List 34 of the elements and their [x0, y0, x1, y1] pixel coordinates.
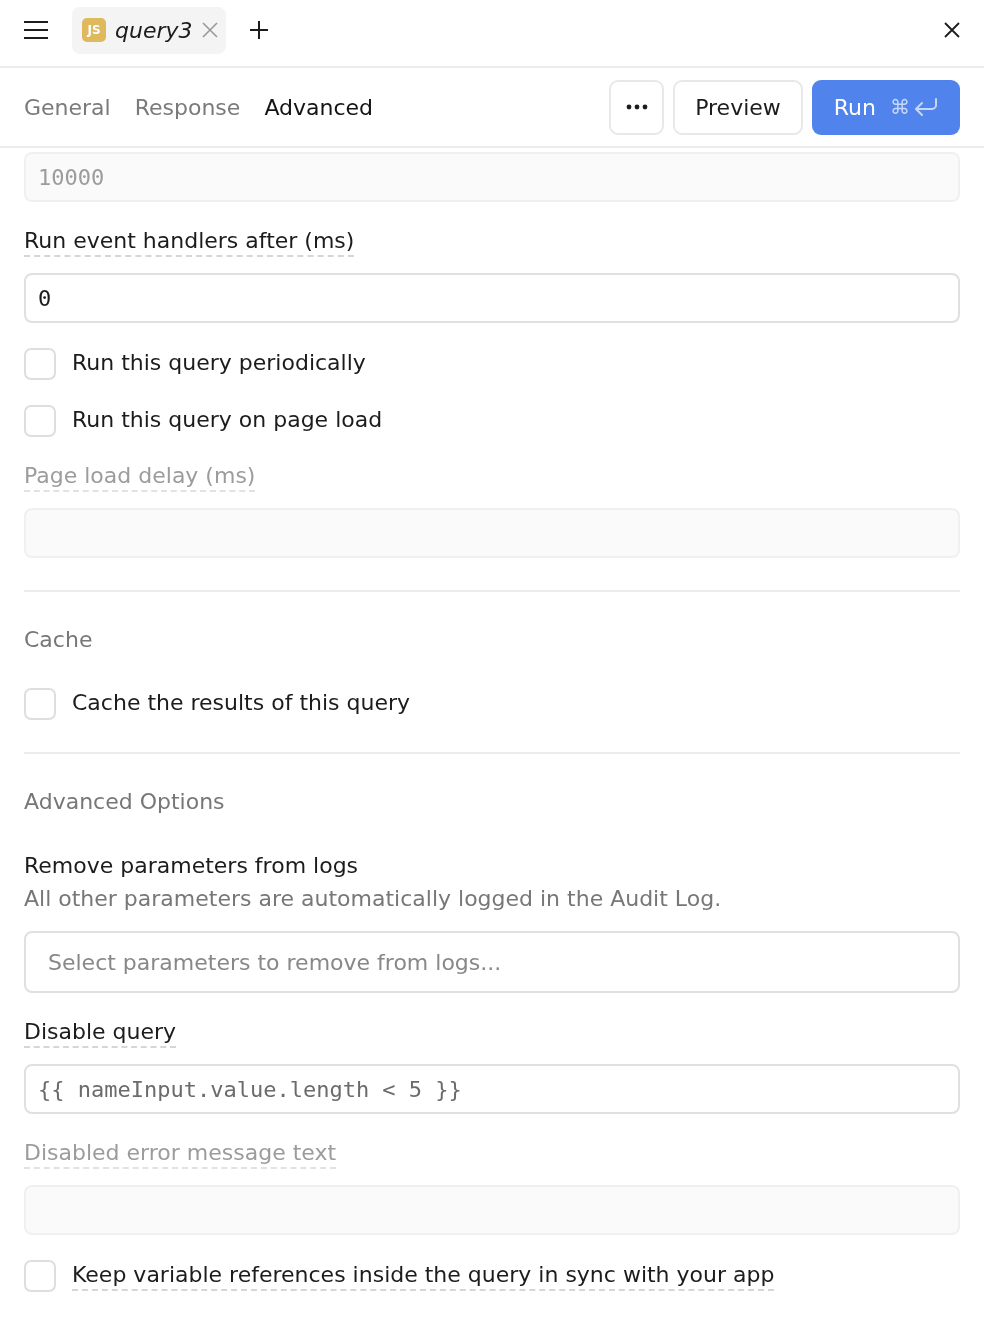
field-label: Disable query: [24, 1018, 177, 1048]
file-tab[interactable]: JS query3: [72, 6, 226, 54]
return-icon: [914, 98, 938, 116]
tab[interactable]: General: [24, 94, 111, 120]
checkbox[interactable]: [24, 405, 56, 437]
input-field[interactable]: {{ nameInput.value.length < 5 }}: [24, 1064, 960, 1114]
checkbox[interactable]: [24, 348, 56, 380]
checkbox-label[interactable]: Run this query on page load: [72, 406, 383, 436]
checkbox-label[interactable]: Run this query periodically: [72, 349, 366, 379]
more-button[interactable]: [609, 79, 665, 135]
menu-icon[interactable]: [24, 21, 48, 39]
select-field[interactable]: Select parameters to remove from logs...: [24, 931, 960, 993]
field-label: Remove parameters from logs: [24, 852, 359, 880]
section-heading: Advanced Options: [24, 788, 226, 816]
section-heading: Cache: [24, 626, 94, 654]
checkbox-label[interactable]: Cache the results of this query: [72, 689, 411, 719]
ellipsis-icon: [625, 104, 648, 110]
field-label: Page load delay (ms): [24, 462, 256, 492]
field-label: Run event handlers after (ms): [24, 227, 355, 257]
tab-title: query3: [115, 17, 193, 43]
input-field[interactable]: 0: [24, 273, 960, 323]
field-description: All other parameters are automatically logged in the Audit Log.: [24, 885, 722, 913]
run-button[interactable]: Run ⌘: [811, 79, 960, 135]
tab[interactable]: Advanced: [264, 94, 374, 120]
plus-icon[interactable]: [249, 21, 268, 39]
file-type-badge: JS: [82, 18, 106, 42]
checkbox[interactable]: [24, 1260, 56, 1292]
close-icon[interactable]: [944, 22, 960, 38]
preview-button[interactable]: Preview: [673, 79, 803, 135]
shortcut-key: ⌘: [890, 95, 910, 119]
tab[interactable]: Response: [134, 94, 241, 120]
checkbox-label[interactable]: Keep variable references inside the query in sync with your app: [72, 1261, 775, 1291]
checkbox[interactable]: [24, 688, 56, 720]
field-label: Disabled error message text: [24, 1139, 337, 1169]
